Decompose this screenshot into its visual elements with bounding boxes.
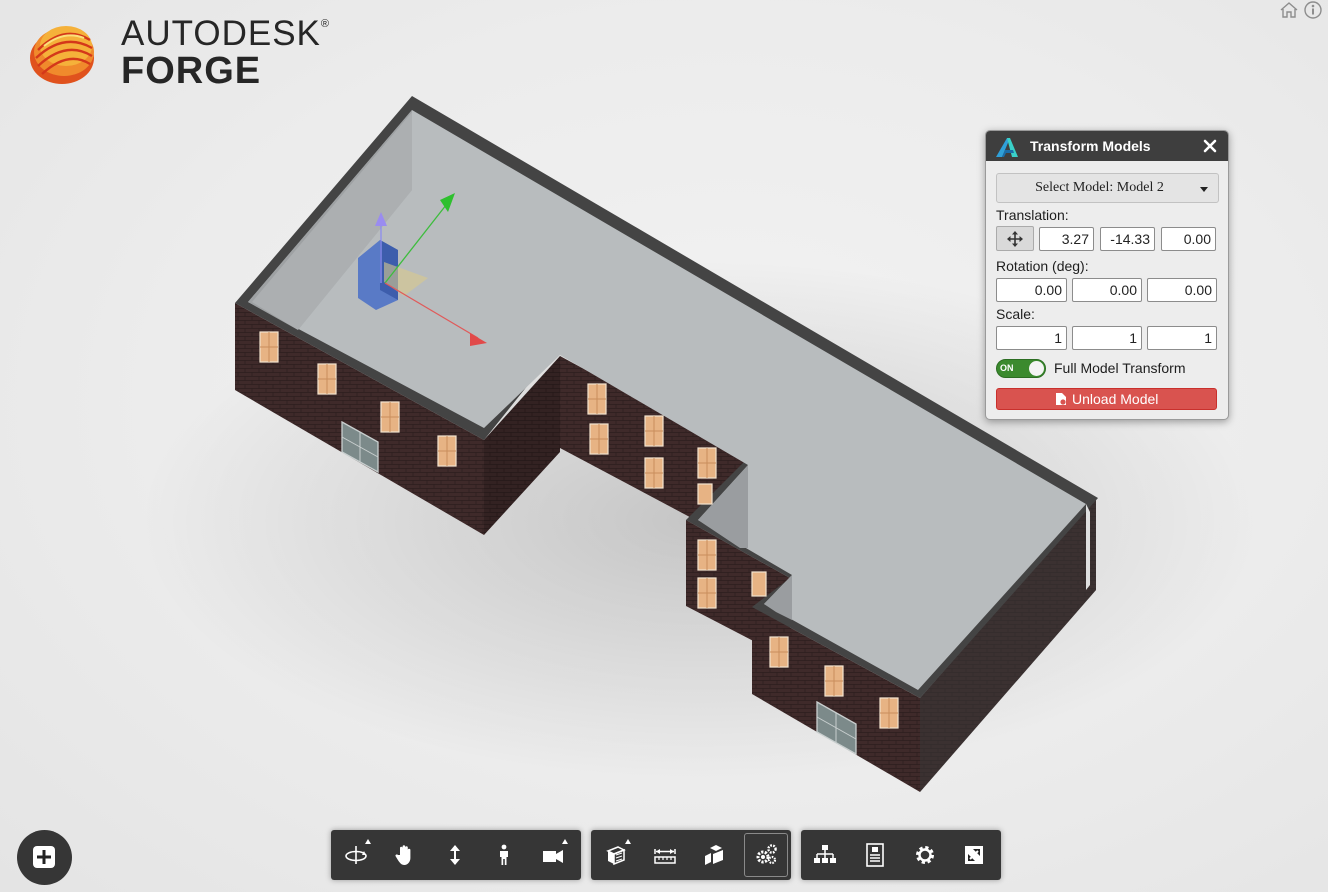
autodesk-forge-logo: AUTODESK® FORGE [24,12,344,92]
scale-z-input[interactable] [1147,326,1217,350]
rotation-z-input[interactable] [1147,278,1217,302]
settings-button[interactable] [903,833,947,877]
model-browser-icon [814,845,836,863]
toggle-state: ON [1000,363,1014,373]
unload-model-label: Unload Model [1072,391,1159,407]
close-icon[interactable] [1202,138,1218,154]
camera-icon [543,850,563,863]
measure-icon [654,849,676,864]
home-icon[interactable] [1279,1,1299,19]
forge-swirl-icon [30,26,94,84]
panel-header[interactable]: Transform Models [986,131,1228,161]
settings-icon [916,846,934,864]
full-model-transform-toggle[interactable]: ON [996,359,1046,378]
translation-z-input[interactable] [1161,227,1216,251]
explode-button[interactable] [692,833,736,877]
expand-triangle-icon [625,839,631,844]
section-icon [606,846,626,866]
brand-forge: FORGE [121,50,262,92]
orbit-button[interactable] [334,833,378,877]
model-select-dropdown[interactable]: Select Model: Model 2 [996,173,1219,203]
transform-gear-icon [756,844,777,865]
pan-button[interactable] [383,833,427,877]
translation-label: Translation: [996,207,1069,223]
transform-gear-button[interactable] [744,833,788,877]
scale-x-input[interactable] [996,326,1067,350]
unload-model-button[interactable]: Unload Model [996,388,1217,410]
brand-autodesk: AUTODESK® [121,14,331,53]
section-button[interactable] [594,833,638,877]
first-person-icon [500,844,508,865]
info-icon[interactable] [1303,1,1323,19]
translation-x-input[interactable] [1039,227,1094,251]
settings-toolbar [801,830,1001,880]
model-select-value: Select Model: Model 2 [1035,180,1164,195]
full-model-transform-label: Full Model Transform [1054,360,1186,376]
panel-title: Transform Models [1030,138,1151,154]
expand-triangle-icon [365,839,371,844]
zoom-button[interactable] [433,833,477,877]
fullscreen-button[interactable] [952,833,996,877]
translation-y-input[interactable] [1100,227,1155,251]
file-icon [1056,393,1066,405]
scale-y-input[interactable] [1072,326,1142,350]
camera-button[interactable] [531,833,575,877]
orbit-icon [345,846,367,864]
zoom-icon [450,845,460,865]
pan-icon [395,845,411,865]
rotation-x-input[interactable] [996,278,1067,302]
explode-icon [705,845,723,865]
toggle-knob [1029,361,1044,376]
measure-button[interactable] [643,833,687,877]
properties-button[interactable] [853,833,897,877]
move-arrows-icon [1007,231,1023,247]
navigation-toolbar [331,830,581,880]
autodesk-a-icon [996,138,1018,157]
first-person-button[interactable] [482,833,526,877]
scale-label: Scale: [996,306,1035,322]
move-tool-button[interactable] [996,226,1034,251]
model-browser-button[interactable] [803,833,847,877]
modeling-toolbar [591,830,791,880]
rotation-y-input[interactable] [1072,278,1142,302]
rotation-label: Rotation (deg): [996,258,1089,274]
fullscreen-icon [965,846,983,864]
expand-triangle-icon [562,839,568,844]
transform-models-panel: Transform Models Select Model: Model 2 T… [985,130,1229,420]
add-model-button[interactable] [17,830,72,885]
plus-icon [33,846,55,868]
properties-icon [866,843,884,867]
chevron-down-icon [1200,187,1208,192]
